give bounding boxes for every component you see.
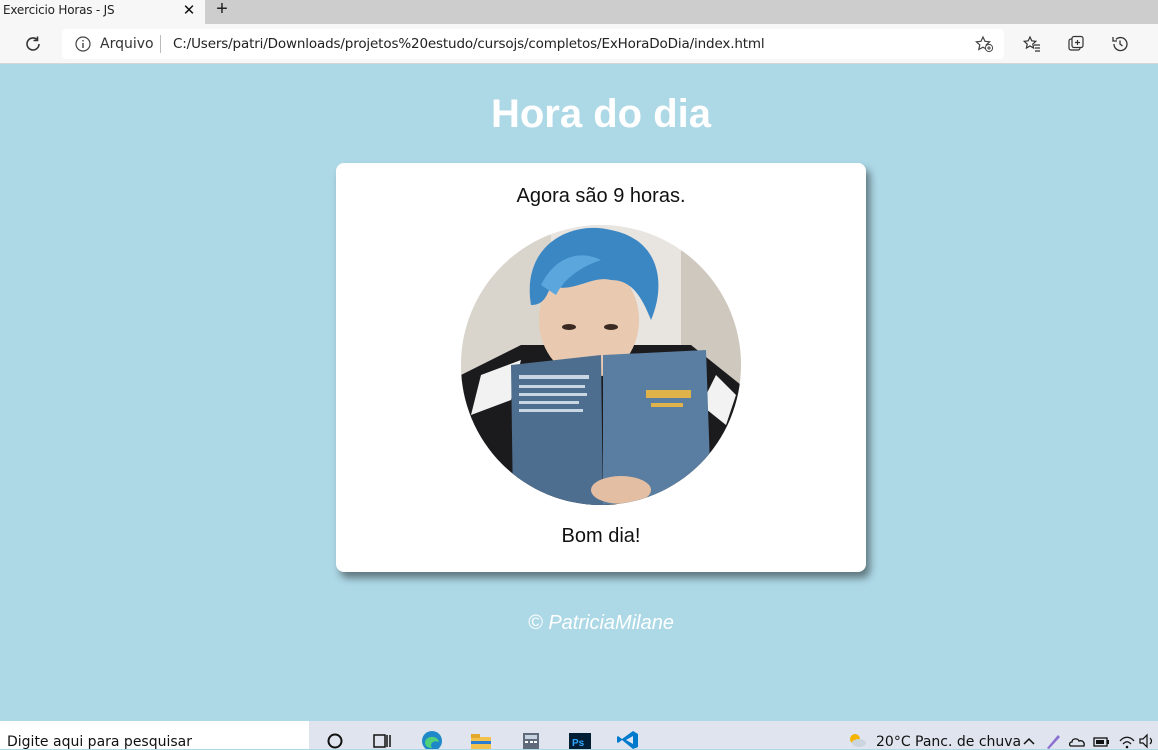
footer-credit: © PatriciaMilane xyxy=(528,612,674,634)
close-tab-icon[interactable]: ✕ xyxy=(181,1,197,21)
taskbar-search[interactable]: Digite aqui para pesquisar xyxy=(0,721,309,750)
scheme-label: Arquivo xyxy=(100,36,154,52)
new-tab-button[interactable]: + xyxy=(211,0,233,20)
weather-icon xyxy=(850,734,866,747)
time-of-day-photo xyxy=(461,225,741,505)
tab-strip: Exercicio Horas - JS ✕ + xyxy=(0,0,1158,24)
chevron-up-icon[interactable] xyxy=(1020,733,1038,749)
browser-tab[interactable]: Exercicio Horas - JS ✕ xyxy=(0,0,205,24)
refresh-icon[interactable] xyxy=(23,34,43,54)
browser-toolbar: Arquivo C:/Users/patri/Downloads/projeto… xyxy=(0,24,1158,64)
wifi-icon[interactable] xyxy=(1118,733,1136,749)
address-bar[interactable]: Arquivo C:/Users/patri/Downloads/projeto… xyxy=(62,29,1004,59)
taskbar: Digite aqui para pesquisar Ps 20°C Panc.… xyxy=(0,721,1158,750)
file-explorer-icon[interactable] xyxy=(469,727,493,749)
history-icon[interactable] xyxy=(1110,34,1130,54)
add-favorite-icon[interactable] xyxy=(974,35,994,53)
favorites-icon[interactable] xyxy=(1022,34,1042,54)
calculator-icon[interactable] xyxy=(519,727,543,749)
task-view-icon[interactable] xyxy=(370,727,394,749)
url-text[interactable]: C:/Users/patri/Downloads/projetos%20estu… xyxy=(173,36,765,52)
cortana-icon[interactable] xyxy=(323,727,347,749)
battery-icon[interactable] xyxy=(1092,733,1110,749)
weather-temperature[interactable]: 20°C xyxy=(876,734,911,750)
onedrive-icon[interactable] xyxy=(1068,733,1086,749)
volume-icon[interactable] xyxy=(1138,733,1156,749)
edge-icon[interactable] xyxy=(420,727,444,749)
page-title: Hora do dia xyxy=(490,92,712,136)
search-placeholder: Digite aqui para pesquisar xyxy=(7,734,193,750)
svg-text:Ps: Ps xyxy=(572,738,585,749)
info-icon[interactable] xyxy=(75,36,91,52)
pen-icon[interactable] xyxy=(1044,733,1062,749)
weather-condition[interactable]: Panc. de chuva xyxy=(915,734,1021,750)
vscode-icon[interactable] xyxy=(616,727,640,749)
page-body: Hora do dia Agora são 9 horas. Bom dia! … xyxy=(0,64,1158,721)
greeting-message: Bom dia! xyxy=(561,525,641,547)
photoshop-icon[interactable]: Ps xyxy=(568,727,592,749)
address-separator xyxy=(160,35,161,53)
time-card: Agora são 9 horas. Bom dia! xyxy=(336,163,866,572)
collections-icon[interactable] xyxy=(1066,34,1086,54)
time-message: Agora são 9 horas. xyxy=(516,185,686,207)
tab-title: Exercicio Horas - JS xyxy=(3,3,115,17)
